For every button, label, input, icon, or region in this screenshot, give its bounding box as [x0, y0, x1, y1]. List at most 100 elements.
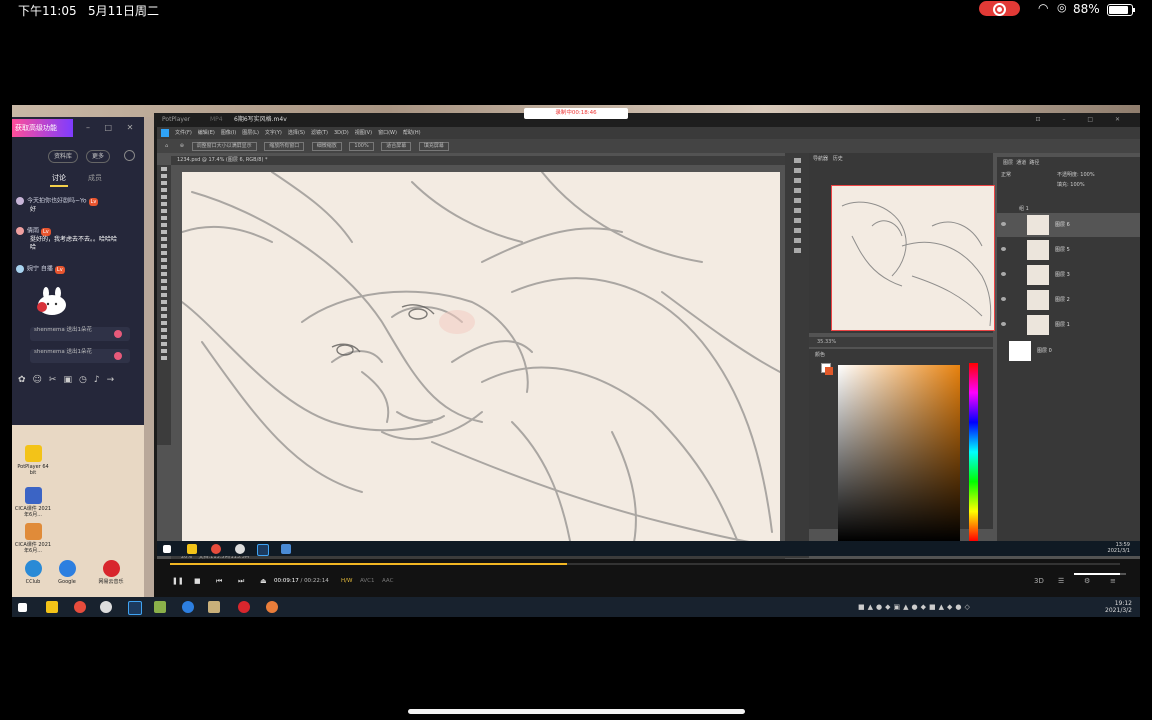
- gift-notice: shenmema 送出1朵花: [30, 349, 130, 363]
- prev-icon[interactable]: ⏮: [216, 577, 222, 586]
- desktop-icon-google[interactable]: Google: [48, 560, 86, 585]
- fill-field[interactable]: 填充: 100%: [1057, 181, 1085, 188]
- tab-discuss[interactable]: 讨论: [52, 173, 66, 183]
- blend-mode-select[interactable]: 正常: [1001, 171, 1011, 178]
- layers-tabs[interactable]: 图层 通道 路径: [997, 157, 1140, 168]
- option-fit-screen[interactable]: 适合屏幕: [381, 142, 412, 151]
- menu-help[interactable]: 帮助(H): [403, 130, 421, 136]
- settings-icon[interactable]: ⚙: [1084, 577, 1090, 585]
- option-fill-screen[interactable]: 填充屏幕: [418, 142, 449, 151]
- layer-row[interactable]: 图层 6: [997, 213, 1140, 237]
- layer-row[interactable]: 图层 1: [997, 313, 1140, 337]
- start-icon[interactable]: [18, 603, 27, 612]
- menu-file[interactable]: 文件(F): [175, 130, 192, 136]
- navigator-thumbnail[interactable]: [831, 185, 995, 331]
- seek-bar[interactable]: [170, 563, 1120, 565]
- menu-filter[interactable]: 滤镜(T): [311, 130, 328, 136]
- app-icon[interactable]: [266, 601, 278, 613]
- visibility-icon[interactable]: [1001, 247, 1006, 251]
- netease-icon[interactable]: [238, 601, 250, 613]
- photoshop-icon[interactable]: [128, 601, 142, 615]
- option-resize-windows[interactable]: 调整窗口大小以满屏显示: [191, 142, 257, 151]
- menu-view[interactable]: 视图(V): [355, 130, 372, 136]
- layer-row[interactable]: 图层 5: [997, 238, 1140, 262]
- navigator-tabs[interactable]: 导航器 历史: [809, 153, 993, 164]
- visibility-icon[interactable]: [1001, 297, 1006, 301]
- chrome-icon[interactable]: [211, 544, 221, 554]
- chrome-icon[interactable]: [74, 601, 86, 613]
- menu-layer[interactable]: 图层(L): [242, 130, 259, 136]
- desktop-icon-cclub[interactable]: CClub: [14, 560, 52, 585]
- home-indicator[interactable]: [408, 709, 745, 714]
- background-swatch[interactable]: [825, 367, 833, 375]
- layer-row[interactable]: 图层 3: [997, 263, 1140, 287]
- menu-type[interactable]: 文字(Y): [265, 130, 282, 136]
- app-name[interactable]: PotPlayer: [162, 113, 190, 127]
- layers-panel: 图层 通道 路径 正常 不透明度: 100% 填充: 100% 组 1 图层 6…: [997, 157, 1140, 553]
- start-icon[interactable]: [163, 545, 171, 553]
- app-icon[interactable]: [154, 601, 166, 613]
- eject-icon[interactable]: ⏏: [260, 577, 267, 585]
- video-frame: 获取高级功能 – □ ✕ 资料库 更多 讨论 成员 今天拍你也好剧吗~Yo Lv …: [12, 105, 1140, 617]
- photoshop-icon[interactable]: [257, 544, 269, 556]
- menu-window[interactable]: 窗口(W): [378, 130, 397, 136]
- visibility-icon[interactable]: [1001, 322, 1006, 326]
- explorer-icon[interactable]: [46, 601, 58, 613]
- home-icon[interactable]: ⌂: [165, 143, 168, 149]
- layer-row[interactable]: 图层 0: [997, 339, 1140, 363]
- video-codec-tag: AVC1: [360, 578, 375, 584]
- document-tab[interactable]: 1234.psd @ 17.4% (图层 6, RGB/8) *: [171, 156, 785, 165]
- layer-row[interactable]: 图层 2: [997, 288, 1140, 312]
- layer-group[interactable]: 组 1: [997, 205, 1140, 213]
- chat-toolbar[interactable]: ✿☺✂▣◷♪→: [18, 375, 121, 385]
- playlist-icon[interactable]: ☰: [1058, 577, 1064, 585]
- rotation-lock-icon: ◎: [1057, 1, 1067, 14]
- tab-members[interactable]: 成员: [88, 173, 102, 183]
- next-icon[interactable]: ⏭: [238, 577, 244, 586]
- app-icon[interactable]: [235, 544, 245, 554]
- system-tray[interactable]: ■▲●◆▣▲●◆■▲◆●◇: [858, 603, 973, 611]
- screen-record-indicator[interactable]: [979, 1, 1020, 16]
- bunny-sticker: [37, 287, 66, 315]
- opacity-field[interactable]: 不透明度: 100%: [1057, 171, 1095, 178]
- qq-title-banner[interactable]: 获取高级功能: [12, 119, 73, 137]
- edge-icon[interactable]: [182, 601, 194, 613]
- desktop-icon-netease-music[interactable]: 网易云音乐: [92, 560, 130, 585]
- color-picker-field[interactable]: [838, 365, 960, 541]
- visibility-icon[interactable]: [1001, 272, 1006, 276]
- option-scrubby-zoom[interactable]: 细微缩放: [311, 142, 342, 151]
- potplayer-taskbar-icon[interactable]: [208, 601, 220, 613]
- volume-slider[interactable]: [1074, 573, 1126, 575]
- hw-tag[interactable]: H/W: [341, 578, 352, 584]
- desktop-icon-cica-2[interactable]: CICA课件 2021年6月...: [14, 523, 52, 554]
- menu-edit[interactable]: 编辑(E): [198, 130, 215, 136]
- window-controls[interactable]: ⊡ – □ ✕: [1036, 113, 1130, 127]
- menu-icon[interactable]: ≡: [1110, 577, 1116, 585]
- explorer-icon[interactable]: [187, 544, 197, 554]
- more-button[interactable]: 更多: [86, 150, 110, 163]
- battery-icon: [1107, 4, 1135, 16]
- app-icon[interactable]: [281, 544, 291, 554]
- stop-icon[interactable]: ■: [194, 577, 201, 585]
- ps-collapsed-panels[interactable]: [785, 153, 809, 558]
- app-icon[interactable]: [100, 601, 112, 613]
- window-controls[interactable]: – □ ✕: [86, 123, 139, 132]
- drawing-canvas[interactable]: [182, 172, 780, 552]
- menu-image[interactable]: 图像(I): [221, 130, 236, 136]
- desktop-icon-cica[interactable]: CICA课件 2021年6月...: [14, 487, 52, 518]
- subtitle-icon[interactable]: 3D: [1034, 577, 1044, 585]
- color-tab[interactable]: 颜色: [809, 349, 993, 360]
- navigator-zoom[interactable]: 35.33%: [809, 337, 993, 347]
- visibility-icon[interactable]: [1001, 222, 1006, 226]
- settings-icon[interactable]: [124, 150, 135, 161]
- pause-icon[interactable]: ❚❚: [172, 577, 184, 585]
- zoom-icon[interactable]: ⊕: [180, 143, 184, 149]
- ps-toolbar[interactable]: [157, 165, 171, 445]
- desktop-icon-potplayer[interactable]: PotPlayer 64 bit: [14, 445, 52, 476]
- option-zoom-all[interactable]: 缩放所有窗口: [264, 142, 305, 151]
- option-100[interactable]: 100%: [349, 142, 374, 151]
- hue-slider[interactable]: [969, 363, 978, 541]
- material-button[interactable]: 资料库: [48, 150, 78, 163]
- menu-select[interactable]: 选择(S): [288, 130, 305, 136]
- menu-3d[interactable]: 3D(D): [334, 130, 349, 136]
